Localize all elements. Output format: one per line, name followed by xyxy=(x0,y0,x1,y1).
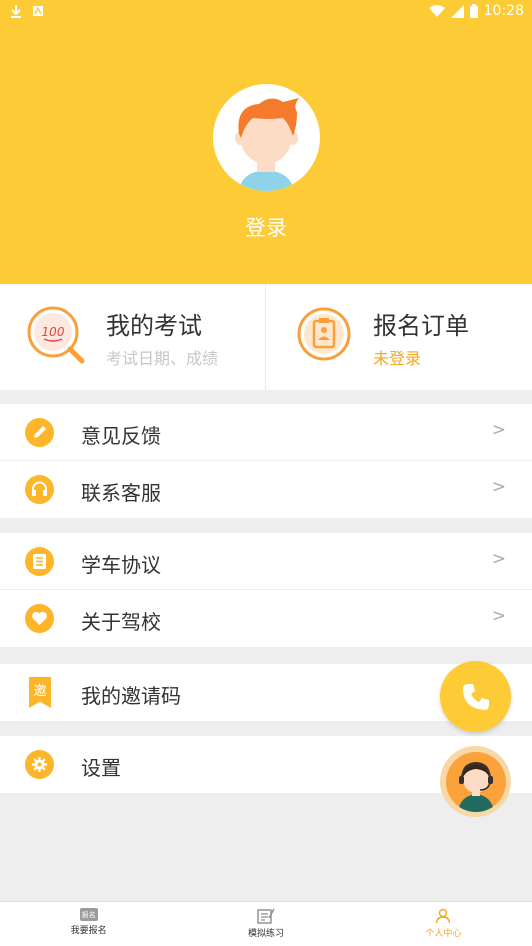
registration-order-card[interactable]: 报名订单 未登录 xyxy=(267,284,532,390)
my-exam-subtitle: 考试日期、成绩 xyxy=(106,349,219,368)
phone-icon xyxy=(462,683,489,710)
customer-service-button[interactable] xyxy=(440,746,511,817)
chevron-right-icon: > xyxy=(491,477,506,497)
registration-order-title: 报名订单 xyxy=(373,312,469,340)
pencil-icon xyxy=(25,418,54,447)
document-icon xyxy=(25,547,54,576)
menu-item-label: 意见反馈 xyxy=(81,424,161,448)
agent-avatar-icon xyxy=(445,751,506,812)
menu-item-label: 我的邀请码 xyxy=(81,684,181,708)
profile-icon xyxy=(436,908,451,924)
call-button[interactable] xyxy=(440,661,511,732)
menu-item-label: 关于驾校 xyxy=(81,610,161,634)
menu-group-support: 意见反馈 > 联系客服 > xyxy=(0,404,532,518)
tab-registration[interactable]: 报名 我要报名 xyxy=(0,902,177,946)
quick-cards: 100 我的考试 考试日期、成绩 报名订单 未登录 xyxy=(0,284,532,390)
status-bar: 10:28 xyxy=(0,0,532,24)
clock: 10:28 xyxy=(483,3,524,19)
chevron-right-icon: > xyxy=(491,549,506,569)
notification-icon xyxy=(33,6,43,16)
registration-order-status: 未登录 xyxy=(373,349,422,368)
menu-item-feedback[interactable]: 意见反馈 > xyxy=(0,404,532,461)
user-avatar-icon xyxy=(235,98,299,191)
tab-profile[interactable]: 个人中心 xyxy=(355,902,532,946)
tab-label: 我要报名 xyxy=(70,926,107,936)
avatar[interactable] xyxy=(213,84,320,191)
svg-text:100: 100 xyxy=(42,325,65,339)
menu-item-label: 设置 xyxy=(81,756,121,780)
download-icon xyxy=(11,5,21,18)
menu-group-info: 学车协议 > 关于驾校 > xyxy=(0,533,532,647)
chevron-right-icon: > xyxy=(491,606,506,626)
profile-header: 10:28 登录 xyxy=(0,0,532,284)
registration-icon: 报名 xyxy=(79,908,98,921)
tab-label: 个人中心 xyxy=(425,929,462,939)
my-exam-title: 我的考试 xyxy=(106,312,202,340)
signal-icon xyxy=(450,4,464,18)
bottom-nav: 报名 我要报名 模拟练习 个人中心 xyxy=(0,901,532,946)
menu-item-agreement[interactable]: 学车协议 > xyxy=(0,533,532,590)
heart-icon xyxy=(25,604,54,633)
menu-item-label: 学车协议 xyxy=(81,553,161,577)
battery-icon xyxy=(469,4,478,18)
menu-item-about-school[interactable]: 关于驾校 > xyxy=(0,590,532,647)
my-exam-card[interactable]: 100 我的考试 考试日期、成绩 xyxy=(0,284,266,390)
gear-icon xyxy=(25,750,54,779)
chevron-right-icon: > xyxy=(491,420,506,440)
exam-score-icon: 100 xyxy=(27,306,85,364)
registration-order-icon xyxy=(297,307,351,361)
wifi-icon xyxy=(428,5,445,17)
menu-item-customer-service[interactable]: 联系客服 > xyxy=(0,461,532,518)
tab-practice[interactable]: 模拟练习 xyxy=(177,902,354,946)
invite-badge-text: 邀 xyxy=(33,684,47,699)
menu-item-label: 联系客服 xyxy=(81,481,161,505)
invite-bookmark-icon: 邀 xyxy=(29,677,51,708)
login-link[interactable]: 登录 xyxy=(0,212,532,242)
headset-icon xyxy=(25,475,54,504)
practice-icon xyxy=(257,908,275,924)
tab-label: 模拟练习 xyxy=(247,929,284,939)
